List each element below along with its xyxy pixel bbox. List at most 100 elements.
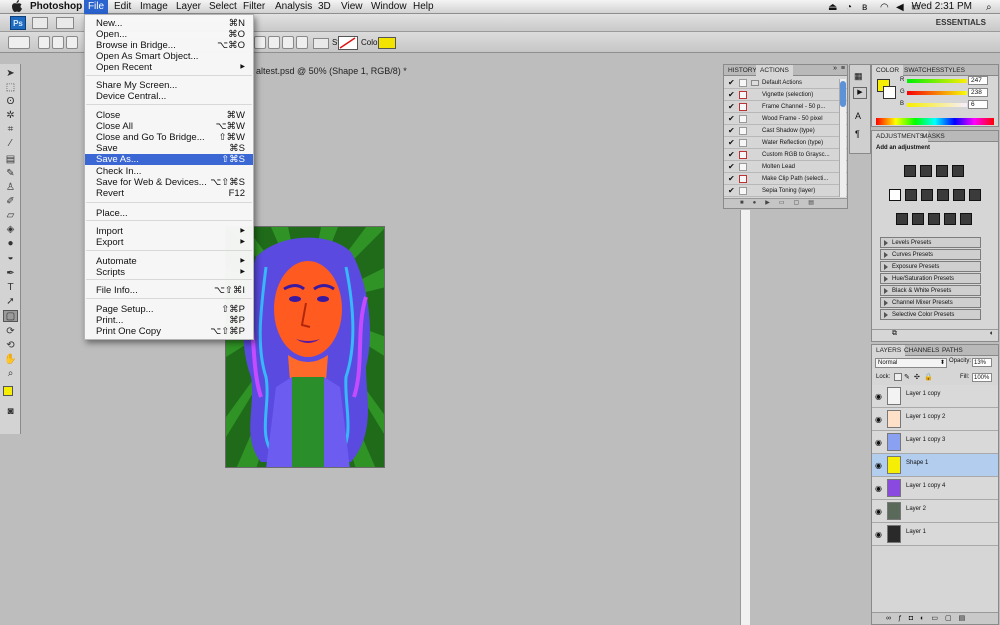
opacity-field[interactable]: 13% bbox=[972, 358, 992, 367]
menu-item[interactable]: New... ⌘N bbox=[85, 18, 253, 29]
spotlight-icon[interactable]: ⌕ bbox=[986, 2, 998, 13]
eye-icon[interactable]: ◉ bbox=[875, 392, 882, 401]
check-icon[interactable]: ✔ bbox=[728, 151, 736, 159]
invert-icon[interactable] bbox=[896, 213, 908, 225]
actions-panel-icon[interactable]: ▶ bbox=[853, 87, 867, 99]
levels-icon[interactable] bbox=[920, 165, 932, 177]
fx-icon[interactable]: ƒ bbox=[898, 615, 909, 622]
lock-position-icon[interactable]: ✣ bbox=[914, 373, 920, 381]
green-value[interactable]: 238 bbox=[968, 88, 988, 97]
red-value[interactable]: 247 bbox=[968, 76, 988, 85]
check-icon[interactable]: ✔ bbox=[728, 103, 736, 111]
menu-item[interactable]: Close All ⌥⌘W bbox=[85, 121, 253, 132]
action-row[interactable]: ✔ Sepia Toning (layer) bbox=[724, 185, 847, 197]
shape-layers-icon[interactable] bbox=[38, 36, 50, 49]
black-white-icon[interactable] bbox=[937, 189, 949, 201]
screen-mode-icon[interactable] bbox=[56, 17, 74, 29]
dialog-toggle[interactable] bbox=[739, 151, 747, 159]
menu-item[interactable]: Open As Smart Object... bbox=[85, 51, 253, 62]
menu-file[interactable]: File bbox=[84, 0, 108, 14]
lock-pixels-icon[interactable]: ✎ bbox=[904, 373, 910, 381]
action-row[interactable]: ✔ Make Clip Path (selecti... bbox=[724, 173, 847, 185]
dialog-toggle[interactable] bbox=[739, 115, 747, 123]
action-set-row[interactable]: ✔ Default Actions bbox=[724, 77, 847, 89]
menu-item[interactable]: Share My Screen... bbox=[85, 80, 253, 91]
menu-select[interactable]: Select bbox=[209, 1, 237, 12]
brush-tool-icon[interactable]: ✎ bbox=[3, 168, 18, 180]
menu-item[interactable]: Page Setup... ⇧⌘P bbox=[85, 304, 253, 315]
action-row[interactable]: ✔ Vignette (selection) bbox=[724, 89, 847, 101]
collapse-icon[interactable]: » bbox=[833, 65, 837, 72]
preset-levels[interactable]: Levels Presets bbox=[880, 237, 981, 248]
menu-item[interactable]: Close and Go To Bridge... ⇧⌘W bbox=[85, 132, 253, 143]
eye-icon[interactable]: ◉ bbox=[875, 461, 882, 470]
menu-item[interactable]: Device Central... bbox=[85, 91, 253, 102]
scroll-thumb[interactable] bbox=[840, 81, 846, 107]
action-row[interactable]: ✔ Water Reflection (type) bbox=[724, 137, 847, 149]
exposure-icon[interactable] bbox=[952, 165, 964, 177]
exclude-shape-icon[interactable] bbox=[296, 36, 308, 49]
eject-icon[interactable]: ⏏ bbox=[828, 2, 840, 13]
eye-icon[interactable]: ◉ bbox=[875, 484, 882, 493]
bluetooth-icon[interactable]: ʙ bbox=[862, 2, 874, 13]
lock-all-icon[interactable]: 🔒 bbox=[924, 373, 933, 381]
menu-layer[interactable]: Layer bbox=[176, 1, 201, 12]
menu-item[interactable]: Save ⌘S bbox=[85, 143, 253, 154]
dialog-toggle[interactable] bbox=[739, 163, 747, 171]
wifi-icon[interactable]: ◠ bbox=[880, 2, 892, 13]
link-icon[interactable] bbox=[313, 38, 329, 49]
menu-item[interactable]: Automate ▶ bbox=[85, 256, 253, 267]
menu-item[interactable]: Open Recent ▶ bbox=[85, 62, 253, 73]
new-group-icon[interactable]: ▭ bbox=[931, 615, 945, 622]
stop-icon[interactable]: ■ bbox=[740, 200, 753, 206]
healing-brush-tool-icon[interactable]: ▤ bbox=[3, 154, 18, 166]
preset-selective-color[interactable]: Selective Color Presets bbox=[880, 309, 981, 320]
magic-wand-tool-icon[interactable]: ✲ bbox=[3, 110, 18, 122]
new-set-icon[interactable]: ▭ bbox=[779, 200, 794, 206]
eye-icon[interactable]: ◉ bbox=[875, 530, 882, 539]
channel-mixer-icon[interactable] bbox=[969, 189, 981, 201]
menu-item[interactable]: Import ▶ bbox=[85, 226, 253, 237]
menu-image[interactable]: Image bbox=[140, 1, 168, 12]
actions-scrollbar[interactable] bbox=[839, 79, 846, 197]
menu-item[interactable]: Save for Web & Devices... ⌥⇧⌘S bbox=[85, 177, 253, 188]
threshold-icon[interactable] bbox=[928, 213, 940, 225]
menubar-clock[interactable]: Wed 2:31 PM bbox=[912, 1, 972, 12]
3d-orbit-tool-icon[interactable]: ⟲ bbox=[3, 340, 18, 352]
dialog-toggle[interactable] bbox=[739, 103, 747, 111]
hand-tool-icon[interactable]: ✋ bbox=[3, 354, 18, 366]
zoom-tool-icon[interactable]: ⌕ bbox=[3, 368, 18, 380]
play-icon[interactable]: ▶ bbox=[765, 200, 779, 206]
add-mask-icon[interactable]: ◘ bbox=[909, 615, 920, 622]
color-balance-icon[interactable] bbox=[921, 189, 933, 201]
menu-item[interactable]: File Info... ⌥⇧⌘I bbox=[85, 285, 253, 296]
dialog-toggle[interactable] bbox=[739, 187, 747, 195]
dialog-toggle[interactable] bbox=[739, 175, 747, 183]
color-panel-icon[interactable]: ▦ bbox=[854, 71, 863, 82]
menu-3d[interactable]: 3D bbox=[318, 1, 331, 12]
menu-edit[interactable]: Edit bbox=[114, 1, 131, 12]
check-icon[interactable]: ✔ bbox=[728, 163, 736, 171]
blue-slider[interactable] bbox=[907, 103, 967, 107]
character-panel-icon[interactable]: A bbox=[855, 111, 861, 121]
menu-item[interactable]: Print... ⌘P bbox=[85, 315, 253, 326]
history-brush-tool-icon[interactable]: ✐ bbox=[3, 196, 18, 208]
panel-menu-icon[interactable]: ≡ bbox=[841, 65, 845, 72]
preset-exposure[interactable]: Exposure Presets bbox=[880, 261, 981, 272]
fill-field[interactable]: 100% bbox=[972, 373, 992, 382]
photo-filter-icon[interactable] bbox=[953, 189, 965, 201]
curves-icon[interactable] bbox=[936, 165, 948, 177]
sync-icon[interactable]: ◔ bbox=[846, 2, 858, 13]
new-layer-icon[interactable]: ▢ bbox=[945, 615, 959, 622]
menu-item[interactable]: Place... bbox=[85, 208, 253, 219]
action-row[interactable]: ✔ Custom RGB to Graysc... bbox=[724, 149, 847, 161]
blue-value[interactable]: 6 bbox=[968, 100, 988, 109]
clip-icon[interactable]: ⧉ bbox=[892, 330, 897, 337]
move-tool-icon[interactable]: ➤ bbox=[3, 68, 18, 80]
dodge-tool-icon[interactable]: ◒ bbox=[3, 252, 18, 264]
check-icon[interactable]: ✔ bbox=[728, 175, 736, 183]
blur-tool-icon[interactable]: ● bbox=[3, 238, 18, 250]
check-icon[interactable]: ✔ bbox=[728, 127, 736, 135]
check-icon[interactable]: ✔ bbox=[728, 91, 736, 99]
trash-icon[interactable]: ▤ bbox=[808, 200, 823, 206]
